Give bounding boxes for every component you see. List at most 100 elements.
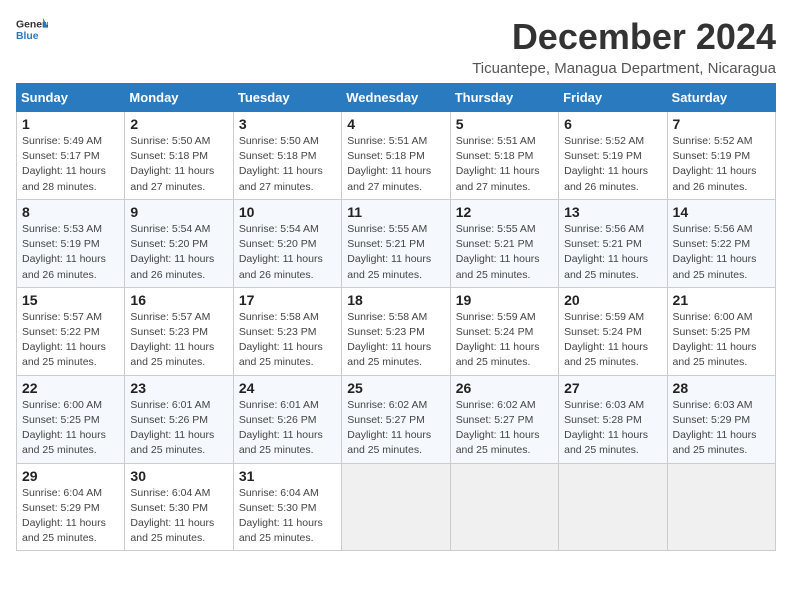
calendar-cell: 31 Sunrise: 6:04 AMSunset: 5:30 PMDayligh… — [233, 463, 341, 551]
calendar-cell: 12Sunrise: 5:55 AMSunset: 5:21 PMDayligh… — [450, 199, 558, 287]
day-number: 28 — [673, 380, 770, 396]
week-row-4: 22 Sunrise: 6:00 AMSunset: 5:25 PMDayligh… — [17, 375, 776, 463]
day-number: 5 — [456, 116, 553, 132]
calendar-cell: 29 Sunrise: 6:04 AMSunset: 5:29 PMDayligh… — [17, 463, 125, 551]
calendar-cell: 1 Sunrise: 5:49 AMSunset: 5:17 PMDaylight… — [17, 112, 125, 200]
calendar-cell: 4Sunrise: 5:51 AMSunset: 5:18 PMDaylight… — [342, 112, 450, 200]
day-detail: Sunrise: 6:01 AMSunset: 5:26 PMDaylight:… — [239, 398, 336, 459]
calendar-cell: 5Sunrise: 5:51 AMSunset: 5:18 PMDaylight… — [450, 112, 558, 200]
day-detail: Sunrise: 5:54 AMSunset: 5:20 PMDaylight:… — [130, 222, 227, 283]
day-detail: Sunrise: 5:58 AMSunset: 5:23 PMDaylight:… — [347, 310, 444, 371]
month-title: December 2024 — [472, 16, 776, 58]
calendar-cell: 18Sunrise: 5:58 AMSunset: 5:23 PMDayligh… — [342, 287, 450, 375]
calendar-cell: 30Sunrise: 6:04 AMSunset: 5:30 PMDayligh… — [125, 463, 233, 551]
day-detail: Sunrise: 5:50 AMSunset: 5:18 PMDaylight:… — [130, 134, 227, 195]
day-number: 20 — [564, 292, 661, 308]
day-detail: Sunrise: 5:52 AMSunset: 5:19 PMDaylight:… — [673, 134, 770, 195]
day-number: 9 — [130, 204, 227, 220]
day-number: 6 — [564, 116, 661, 132]
calendar-cell: 15 Sunrise: 5:57 AMSunset: 5:22 PMDayligh… — [17, 287, 125, 375]
day-number: 24 — [239, 380, 336, 396]
day-detail: Sunrise: 5:57 AMSunset: 5:23 PMDaylight:… — [130, 310, 227, 371]
col-header-monday: Monday — [125, 84, 233, 112]
day-number: 25 — [347, 380, 444, 396]
calendar-cell — [450, 463, 558, 551]
calendar-header-row: SundayMondayTuesdayWednesdayThursdayFrid… — [17, 84, 776, 112]
title-section: December 2024 Ticuantepe, Managua Depart… — [472, 16, 776, 77]
day-detail: Sunrise: 6:03 AMSunset: 5:28 PMDaylight:… — [564, 398, 661, 459]
day-number: 17 — [239, 292, 336, 308]
logo: General Blue — [16, 16, 48, 44]
day-detail: Sunrise: 5:51 AMSunset: 5:18 PMDaylight:… — [347, 134, 444, 195]
calendar-cell: 23 Sunrise: 6:01 AMSunset: 5:26 PMDayligh… — [125, 375, 233, 463]
day-number: 14 — [673, 204, 770, 220]
calendar-cell: 19Sunrise: 5:59 AMSunset: 5:24 PMDayligh… — [450, 287, 558, 375]
day-detail: Sunrise: 5:57 AMSunset: 5:22 PMDaylight:… — [22, 310, 119, 371]
col-header-thursday: Thursday — [450, 84, 558, 112]
day-number: 22 — [22, 380, 119, 396]
calendar-cell: 7 Sunrise: 5:52 AMSunset: 5:19 PMDaylight… — [667, 112, 775, 200]
calendar-cell: 3 Sunrise: 5:50 AMSunset: 5:18 PMDaylight… — [233, 112, 341, 200]
day-number: 15 — [22, 292, 119, 308]
day-number: 16 — [130, 292, 227, 308]
day-number: 8 — [22, 204, 119, 220]
calendar-cell: 20 Sunrise: 5:59 AMSunset: 5:24 PMDayligh… — [559, 287, 667, 375]
calendar-cell — [667, 463, 775, 551]
col-header-tuesday: Tuesday — [233, 84, 341, 112]
day-detail: Sunrise: 5:50 AMSunset: 5:18 PMDaylight:… — [239, 134, 336, 195]
day-number: 26 — [456, 380, 553, 396]
calendar-cell: 24 Sunrise: 6:01 AMSunset: 5:26 PMDayligh… — [233, 375, 341, 463]
day-detail: Sunrise: 6:00 AMSunset: 5:25 PMDaylight:… — [22, 398, 119, 459]
day-detail: Sunrise: 6:02 AMSunset: 5:27 PMDaylight:… — [456, 398, 553, 459]
svg-text:Blue: Blue — [16, 31, 39, 42]
day-detail: Sunrise: 5:52 AMSunset: 5:19 PMDaylight:… — [564, 134, 661, 195]
day-number: 23 — [130, 380, 227, 396]
calendar-cell — [342, 463, 450, 551]
day-detail: Sunrise: 5:54 AMSunset: 5:20 PMDaylight:… — [239, 222, 336, 283]
calendar-cell: 8Sunrise: 5:53 AMSunset: 5:19 PMDaylight… — [17, 199, 125, 287]
calendar-cell: 10Sunrise: 5:54 AMSunset: 5:20 PMDayligh… — [233, 199, 341, 287]
day-detail: Sunrise: 6:02 AMSunset: 5:27 PMDaylight:… — [347, 398, 444, 459]
calendar-cell: 6 Sunrise: 5:52 AMSunset: 5:19 PMDaylight… — [559, 112, 667, 200]
calendar-cell: 9 Sunrise: 5:54 AMSunset: 5:20 PMDaylight… — [125, 199, 233, 287]
calendar-cell: 13Sunrise: 5:56 AMSunset: 5:21 PMDayligh… — [559, 199, 667, 287]
day-detail: Sunrise: 6:01 AMSunset: 5:26 PMDaylight:… — [130, 398, 227, 459]
day-number: 21 — [673, 292, 770, 308]
day-detail: Sunrise: 5:59 AMSunset: 5:24 PMDaylight:… — [564, 310, 661, 371]
col-header-saturday: Saturday — [667, 84, 775, 112]
day-detail: Sunrise: 6:04 AMSunset: 5:29 PMDaylight:… — [22, 486, 119, 547]
day-detail: Sunrise: 6:04 AMSunset: 5:30 PMDaylight:… — [239, 486, 336, 547]
day-detail: Sunrise: 5:58 AMSunset: 5:23 PMDaylight:… — [239, 310, 336, 371]
calendar-cell — [559, 463, 667, 551]
calendar-cell: 26 Sunrise: 6:02 AMSunset: 5:27 PMDayligh… — [450, 375, 558, 463]
day-number: 19 — [456, 292, 553, 308]
week-row-2: 8Sunrise: 5:53 AMSunset: 5:19 PMDaylight… — [17, 199, 776, 287]
col-header-sunday: Sunday — [17, 84, 125, 112]
day-number: 31 — [239, 468, 336, 484]
week-row-5: 29 Sunrise: 6:04 AMSunset: 5:29 PMDayligh… — [17, 463, 776, 551]
calendar-cell: 28 Sunrise: 6:03 AMSunset: 5:29 PMDayligh… — [667, 375, 775, 463]
day-detail: Sunrise: 6:03 AMSunset: 5:29 PMDaylight:… — [673, 398, 770, 459]
calendar-cell: 25 Sunrise: 6:02 AMSunset: 5:27 PMDayligh… — [342, 375, 450, 463]
day-number: 3 — [239, 116, 336, 132]
day-number: 12 — [456, 204, 553, 220]
calendar-cell: 14 Sunrise: 5:56 AMSunset: 5:22 PMDayligh… — [667, 199, 775, 287]
calendar-cell: 21Sunrise: 6:00 AMSunset: 5:25 PMDayligh… — [667, 287, 775, 375]
week-row-1: 1 Sunrise: 5:49 AMSunset: 5:17 PMDaylight… — [17, 112, 776, 200]
day-detail: Sunrise: 5:49 AMSunset: 5:17 PMDaylight:… — [22, 134, 119, 195]
week-row-3: 15 Sunrise: 5:57 AMSunset: 5:22 PMDayligh… — [17, 287, 776, 375]
day-detail: Sunrise: 5:56 AMSunset: 5:22 PMDaylight:… — [673, 222, 770, 283]
logo-icon: General Blue — [16, 16, 48, 44]
day-number: 27 — [564, 380, 661, 396]
day-number: 1 — [22, 116, 119, 132]
day-number: 7 — [673, 116, 770, 132]
day-number: 13 — [564, 204, 661, 220]
calendar-cell: 11Sunrise: 5:55 AMSunset: 5:21 PMDayligh… — [342, 199, 450, 287]
day-number: 29 — [22, 468, 119, 484]
calendar-cell: 17 Sunrise: 5:58 AMSunset: 5:23 PMDayligh… — [233, 287, 341, 375]
calendar-cell: 2 Sunrise: 5:50 AMSunset: 5:18 PMDaylight… — [125, 112, 233, 200]
day-number: 11 — [347, 204, 444, 220]
calendar-table: SundayMondayTuesdayWednesdayThursdayFrid… — [16, 83, 776, 551]
day-detail: Sunrise: 6:04 AMSunset: 5:30 PMDaylight:… — [130, 486, 227, 547]
day-number: 2 — [130, 116, 227, 132]
